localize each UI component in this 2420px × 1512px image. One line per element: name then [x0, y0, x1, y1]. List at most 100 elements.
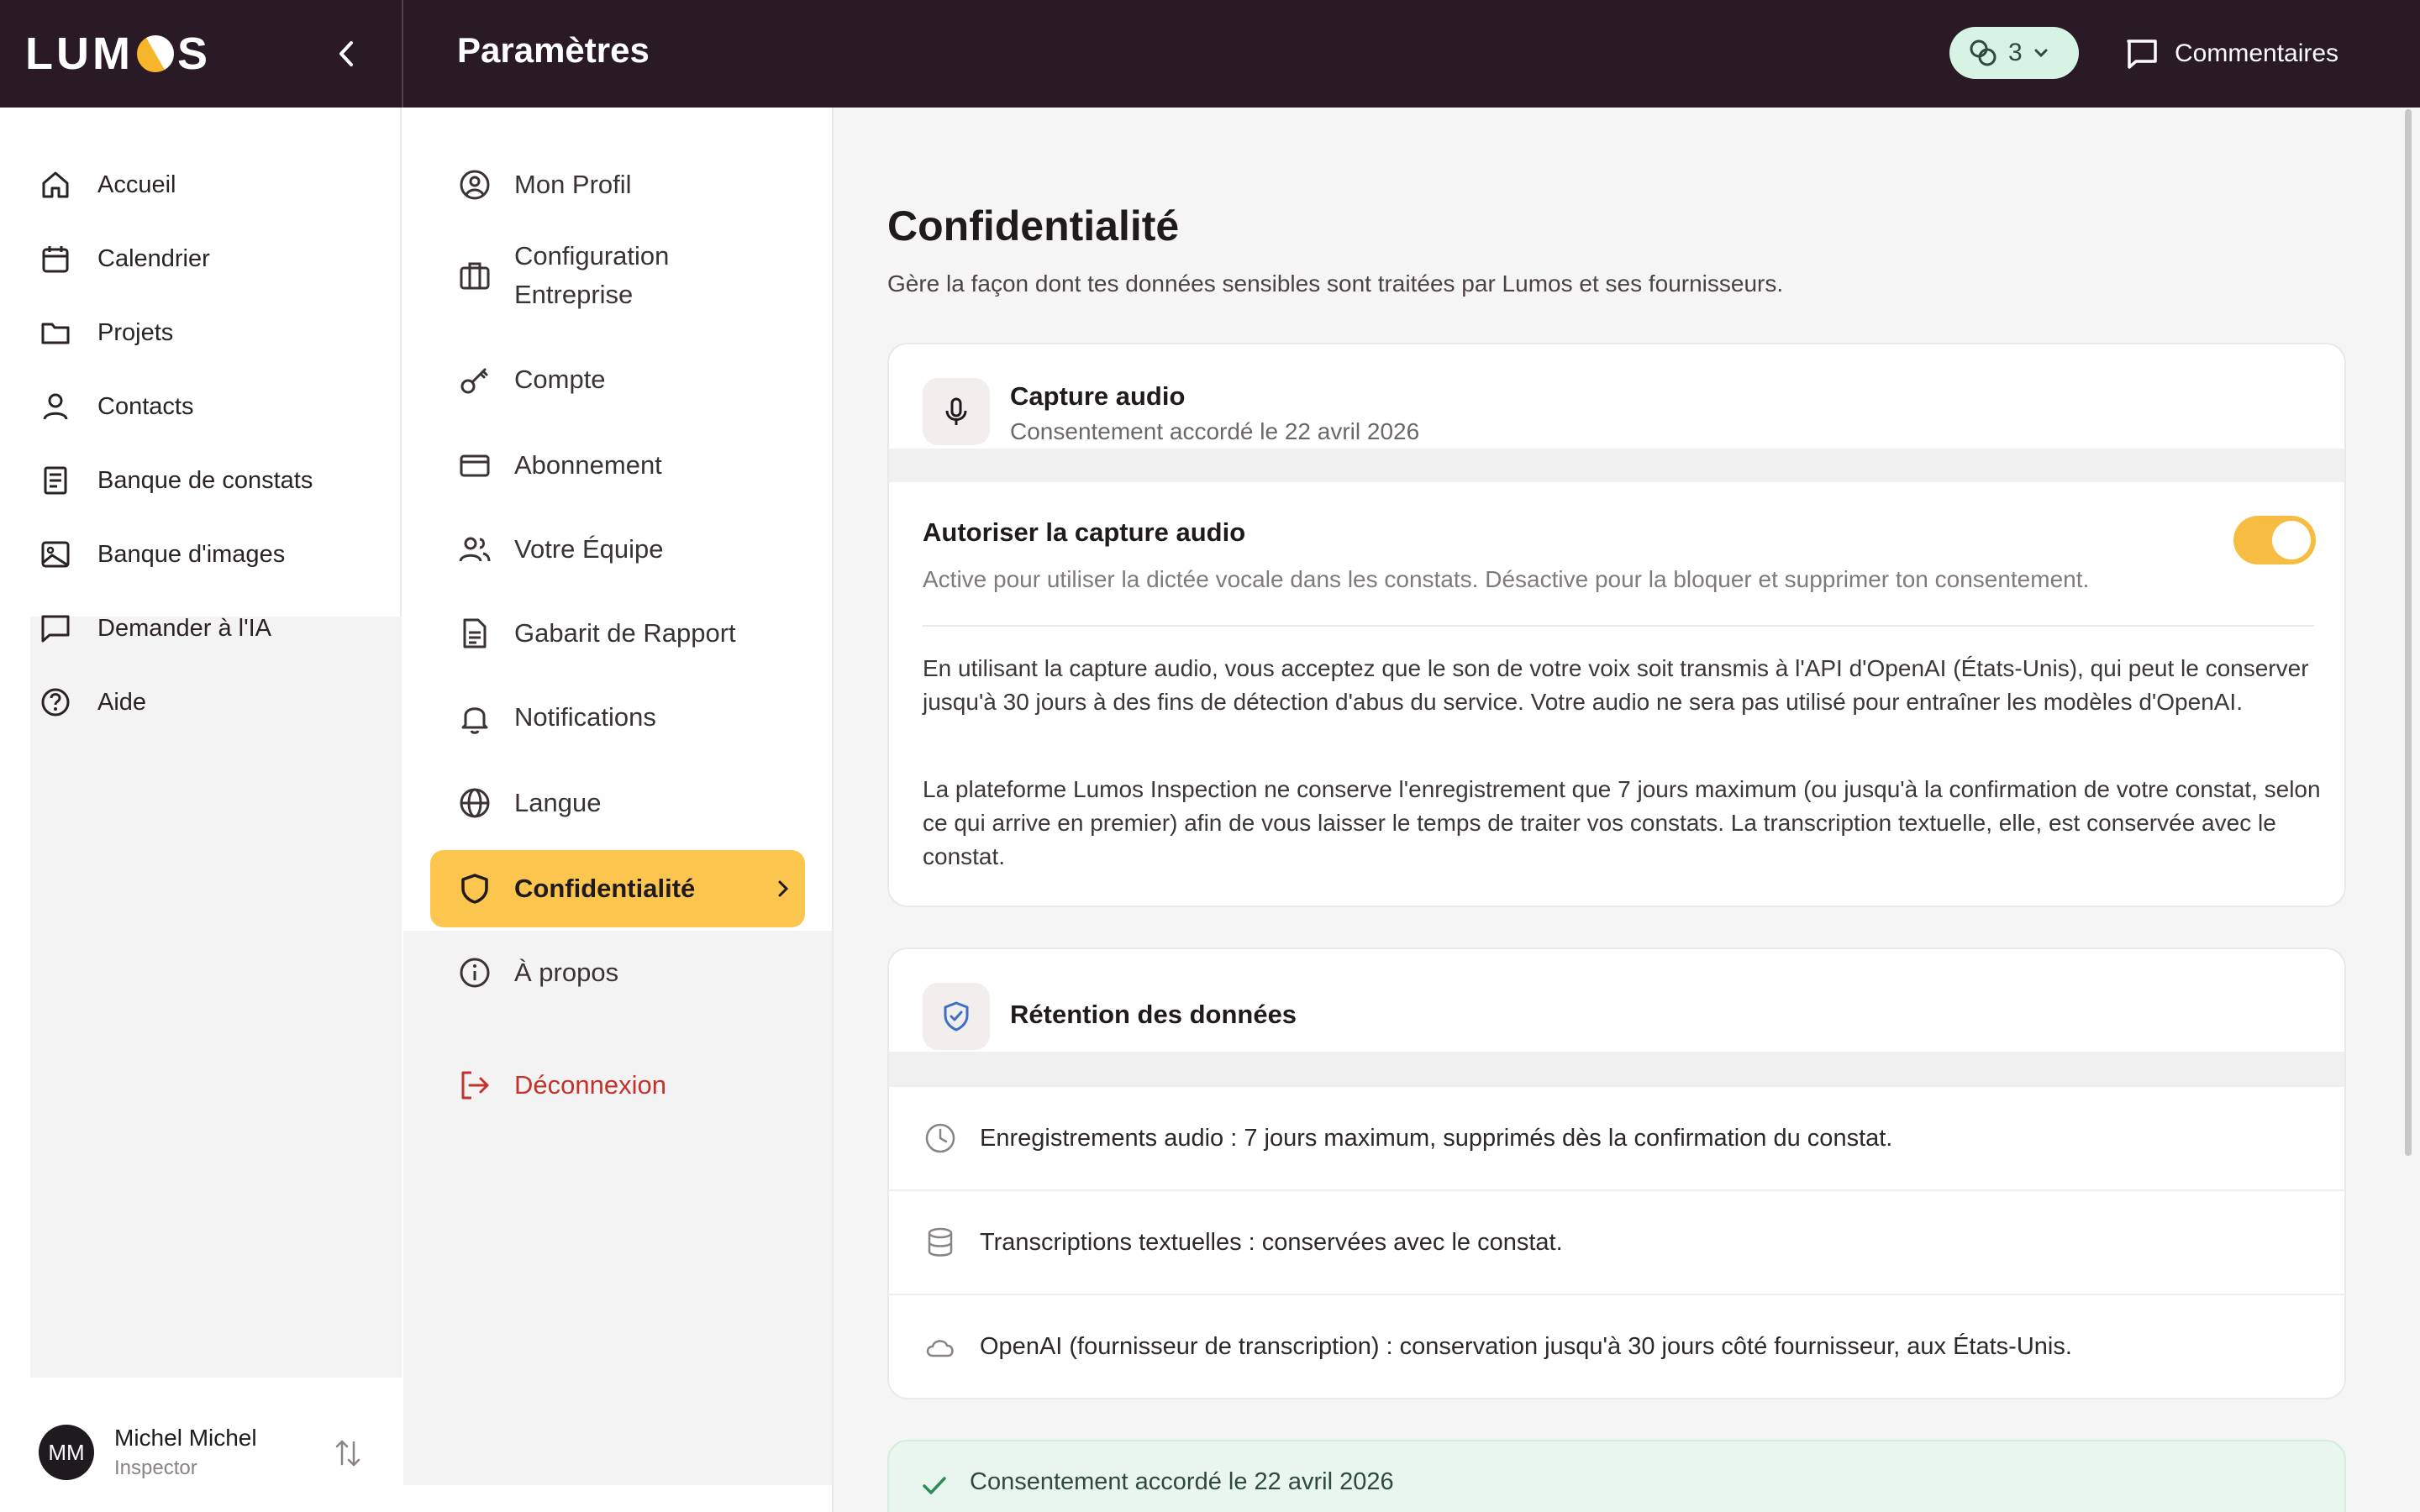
logo-mark-icon — [129, 28, 182, 80]
logout-button[interactable]: Déconnexion — [457, 1055, 666, 1116]
audio-capture-toggle[interactable] — [2233, 516, 2316, 564]
settings-item-votre-equipe[interactable]: Votre Équipe — [457, 519, 664, 580]
credit-card-icon — [460, 454, 490, 477]
settings-item-label: Compte — [514, 365, 606, 394]
users-icon — [459, 537, 491, 562]
settings-nav: Mon Profil Configuration Entreprise Comp… — [403, 108, 834, 1512]
arrows-up-down-icon[interactable] — [331, 1436, 365, 1470]
log-out-icon — [461, 1071, 489, 1100]
settings-item-label: Mon Profil — [514, 170, 632, 199]
toggle-knob — [2272, 521, 2311, 559]
home-icon — [42, 171, 69, 198]
audio-terms-paragraph-2: La plateforme Lumos Inspection ne conser… — [923, 776, 2321, 869]
audio-toggle-label: Autoriser la capture audio — [923, 517, 1246, 547]
settings-item-gabarit-rapport[interactable]: Gabarit de Rapport — [457, 603, 736, 664]
topbar-divider — [402, 0, 403, 108]
section-subtitle: Gère la façon dont tes données sensibles… — [887, 270, 1784, 297]
chevron-right-icon — [778, 880, 789, 897]
settings-item-label: Langue — [514, 788, 602, 817]
sidebar-item-projets[interactable]: Projets — [39, 309, 173, 356]
calendar-icon — [42, 246, 69, 273]
settings-item-mon-profil[interactable]: Mon Profil — [457, 155, 632, 215]
retention-text: Transcriptions textuelles : conservées a… — [980, 1228, 1563, 1256]
user-circle-icon — [460, 170, 490, 200]
sidebar-item-label: Projets — [97, 318, 174, 346]
main-sidebar: Accueil Calendrier Projets Contacts Banq… — [0, 108, 402, 1512]
divider — [923, 625, 2314, 627]
feedback-label: Commentaires — [2175, 39, 2339, 67]
user-name: Michel Michel — [114, 1425, 257, 1451]
list-item: OpenAI (fournisseur de transcription) : … — [889, 1294, 2344, 1398]
clock-icon — [925, 1123, 955, 1153]
settings-item-label: Configuration Entreprise — [514, 241, 670, 309]
bell-icon — [461, 707, 488, 734]
sidebar-item-label: Accueil — [97, 171, 176, 198]
check-icon — [923, 1477, 946, 1494]
sidebar-item-calendrier[interactable]: Calendrier — [39, 235, 210, 282]
shield-icon — [461, 874, 488, 904]
settings-item-configuration-entreprise[interactable]: Configuration Entreprise — [457, 237, 709, 314]
sidebar-item-label: Banque de constats — [97, 466, 313, 494]
settings-item-compte[interactable]: Compte — [457, 349, 606, 410]
sidebar-item-contacts[interactable]: Contacts — [39, 383, 193, 430]
top-bar: LUM S Paramètres 3 Commentaires — [0, 0, 2420, 108]
file-text-icon — [463, 618, 487, 648]
settings-item-label: Confidentialité — [514, 874, 696, 903]
chevron-left-icon — [339, 41, 353, 66]
message-square-icon — [2127, 39, 2157, 69]
sidebar-item-label: Contacts — [97, 392, 194, 420]
credits-dropdown[interactable]: 3 — [1949, 27, 2079, 79]
folder-icon — [41, 323, 70, 344]
sidebar-item-accueil[interactable]: Accueil — [39, 161, 176, 208]
retention-text: Enregistrements audio : 7 jours maximum,… — [980, 1124, 1893, 1152]
retention-text: OpenAI (fournisseur de transcription) : … — [980, 1332, 2072, 1360]
settings-item-langue[interactable]: Langue — [457, 773, 601, 833]
feedback-button[interactable]: Commentaires — [2124, 30, 2338, 77]
microphone-icon — [945, 397, 967, 425]
sidebar-item-banque-images[interactable]: Banque d'images — [39, 531, 285, 578]
key-icon — [460, 368, 488, 394]
retention-card-title: Rétention des données — [1010, 1000, 1297, 1029]
chevron-down-icon — [2034, 49, 2048, 58]
page-title: Paramètres — [457, 30, 650, 70]
credits-count: 3 — [2008, 39, 2023, 66]
sidebar-item-label: Demander à l'IA — [97, 614, 272, 642]
settings-item-abonnement[interactable]: Abonnement — [457, 435, 662, 496]
coins-icon — [1970, 39, 1996, 66]
audio-card-title: Capture audio — [1010, 381, 1186, 411]
settings-item-label: Votre Équipe — [514, 534, 664, 564]
sidebar-item-banque-constats[interactable]: Banque de constats — [39, 457, 313, 504]
settings-item-confidentialite[interactable]: Confidentialité — [457, 858, 793, 919]
settings-item-notifications[interactable]: Notifications — [457, 687, 656, 748]
document-list-icon — [44, 466, 67, 495]
cloud-icon — [926, 1340, 954, 1357]
help-icon — [41, 688, 70, 717]
user-icon — [43, 393, 68, 420]
user-account-switcher[interactable]: MM Michel Michel Inspector — [0, 1378, 402, 1512]
audio-consent-date: Consentement accordé le 22 avril 2026 — [1010, 418, 1420, 444]
sidebar-item-aide[interactable]: Aide — [39, 679, 146, 726]
settings-item-label: Notifications — [514, 702, 656, 732]
info-icon — [460, 958, 490, 988]
lumos-logo[interactable]: LUM S — [25, 28, 211, 80]
avatar: MM — [39, 1425, 94, 1480]
sidebar-item-label: Aide — [97, 688, 147, 716]
settings-item-a-propos[interactable]: À propos — [457, 942, 618, 1003]
globe-icon — [460, 788, 490, 818]
audio-toggle-description: Active pour utiliser la dictée vocale da… — [923, 566, 2090, 592]
settings-item-label: À propos — [514, 958, 619, 987]
sidebar-item-demander-ia[interactable]: Demander à l'IA — [39, 605, 271, 652]
settings-item-label: Abonnement — [514, 450, 662, 480]
consent-status-banner: Consentement accordé le 22 avril 2026 — [887, 1440, 2346, 1512]
section-title: Confidentialité — [887, 202, 1180, 249]
main-scrollbar[interactable] — [2405, 109, 2412, 1156]
shield-check-icon — [944, 1001, 969, 1032]
sidebar-item-label: Calendrier — [97, 244, 210, 272]
briefcase-icon — [460, 262, 490, 290]
collapse-sidebar-button[interactable] — [329, 34, 363, 74]
image-icon — [41, 541, 70, 568]
list-item: Enregistrements audio : 7 jours maximum,… — [889, 1085, 2344, 1189]
audio-terms-paragraph-1: En utilisant la capture audio, vous acce… — [923, 655, 2309, 715]
sidebar-item-label: Banque d'images — [97, 540, 286, 568]
list-item: Transcriptions textuelles : conservées a… — [889, 1189, 2344, 1294]
